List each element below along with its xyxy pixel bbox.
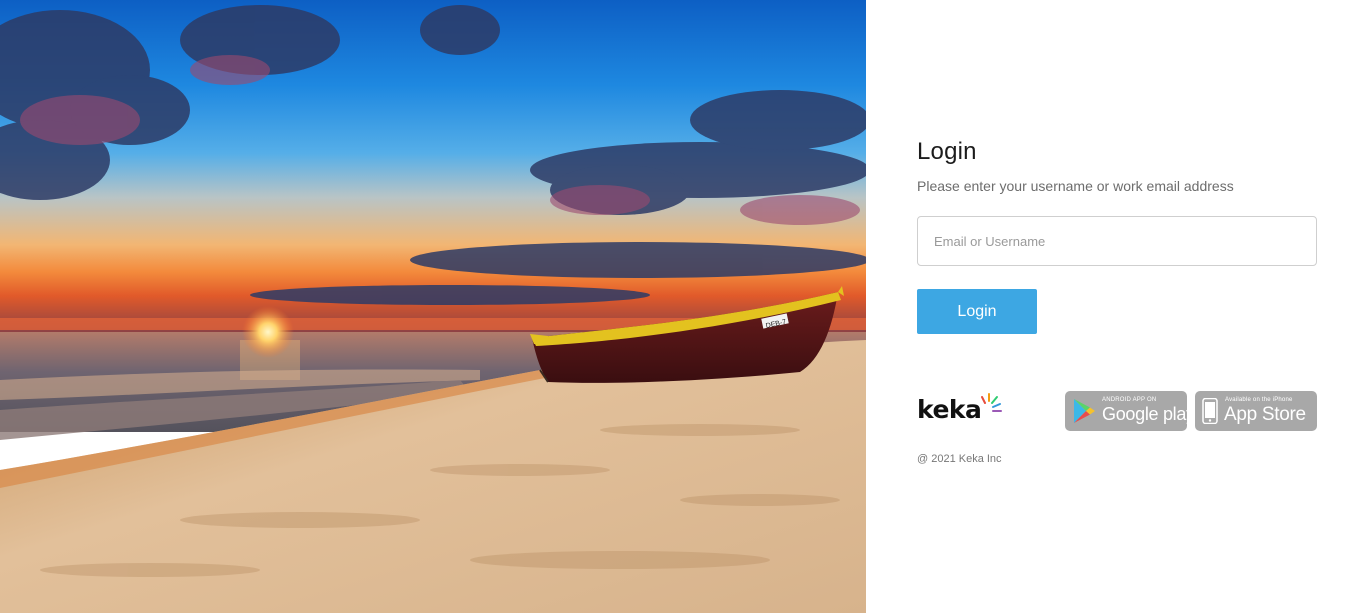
- google-badge-caption: ANDROID APP ON: [1102, 397, 1157, 403]
- hero-image: DEB-7: [0, 0, 866, 613]
- copyright-text: @ 2021 Keka Inc: [917, 453, 1002, 465]
- app-store-badge[interactable]: Available on the iPhone App Store: [1195, 391, 1317, 431]
- apple-badge-title: App Store: [1224, 404, 1306, 425]
- email-or-username-input[interactable]: [917, 216, 1317, 266]
- logo-spark-icon: [981, 393, 1002, 412]
- logo-wordmark: keka: [917, 395, 982, 424]
- keka-logo: keka: [917, 393, 1007, 429]
- google-badge-title: Google play: [1102, 404, 1195, 424]
- google-play-icon: [1074, 399, 1095, 423]
- apple-badge-caption: Available on the iPhone: [1225, 397, 1293, 403]
- iphone-icon: [1202, 398, 1218, 424]
- google-play-badge[interactable]: ANDROID APP ON Google play: [1065, 391, 1195, 431]
- login-panel: Login Please enter your username or work…: [866, 0, 1366, 613]
- page-title: Login: [917, 138, 977, 165]
- login-subtitle: Please enter your username or work email…: [917, 178, 1234, 194]
- login-button[interactable]: Login: [917, 289, 1037, 334]
